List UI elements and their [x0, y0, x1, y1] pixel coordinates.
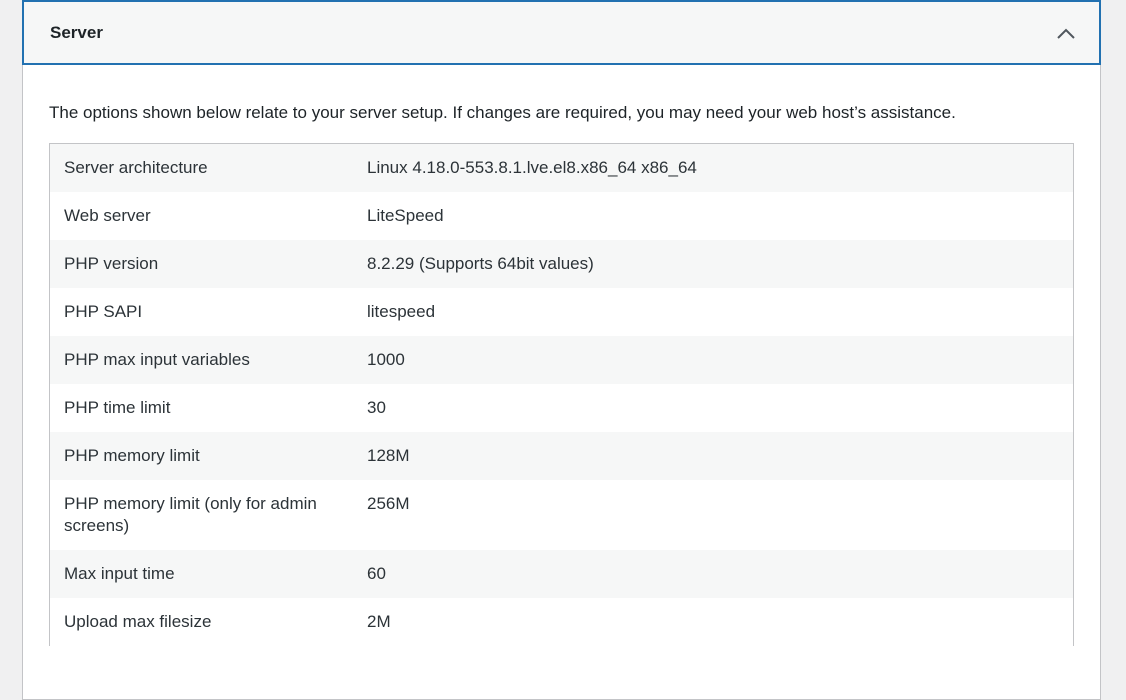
- table-row: PHP max input variables 1000: [50, 336, 1073, 384]
- table-row: PHP time limit 30: [50, 384, 1073, 432]
- row-value: 8.2.29 (Supports 64bit values): [367, 254, 594, 273]
- section-intro: The options shown below relate to your s…: [49, 103, 956, 122]
- server-info-panel: Server The options shown below relate to…: [22, 0, 1101, 700]
- row-label: PHP max input variables: [64, 350, 250, 369]
- row-value: 2M: [367, 612, 391, 631]
- row-value: LiteSpeed: [367, 206, 444, 225]
- server-info-table: Server architecture Linux 4.18.0-553.8.1.…: [49, 143, 1074, 646]
- row-value: Linux 4.18.0-553.8.1.lve.el8.x86_64 x86_…: [367, 158, 697, 177]
- row-value: 60: [367, 564, 386, 583]
- row-value: 128M: [367, 446, 410, 465]
- table-row: Server architecture Linux 4.18.0-553.8.1.…: [50, 144, 1073, 192]
- section-title: Server: [50, 22, 103, 42]
- table-row: PHP version 8.2.29 (Supports 64bit values…: [50, 240, 1073, 288]
- row-label: PHP version: [64, 254, 159, 273]
- row-label: Upload max filesize: [64, 612, 212, 631]
- row-label: Server architecture: [64, 158, 208, 177]
- table-row: Upload max filesize 2M: [50, 598, 1073, 646]
- section-body: The options shown below relate to your s…: [49, 101, 1075, 646]
- table-row: PHP memory limit (only for admin screens…: [50, 480, 1073, 550]
- chevron-up-icon[interactable]: [1055, 22, 1077, 44]
- row-value: 256M: [367, 494, 410, 513]
- table-row: PHP SAPI litespeed: [50, 288, 1073, 336]
- row-label: PHP memory limit: [64, 446, 200, 465]
- table-row: PHP memory limit 128M: [50, 432, 1073, 480]
- row-value: litespeed: [367, 302, 436, 321]
- row-value: 30: [367, 398, 386, 417]
- row-label: PHP memory limit (only for admin screens…: [64, 494, 317, 535]
- row-label: Web server: [64, 206, 151, 225]
- row-label: PHP time limit: [64, 398, 171, 417]
- row-value: 1000: [367, 350, 405, 369]
- table-row: Max input time 60: [50, 550, 1073, 598]
- server-section-toggle[interactable]: Server: [22, 0, 1101, 65]
- row-label: PHP SAPI: [64, 302, 143, 321]
- table-row: Web server LiteSpeed: [50, 192, 1073, 240]
- row-label: Max input time: [64, 564, 175, 583]
